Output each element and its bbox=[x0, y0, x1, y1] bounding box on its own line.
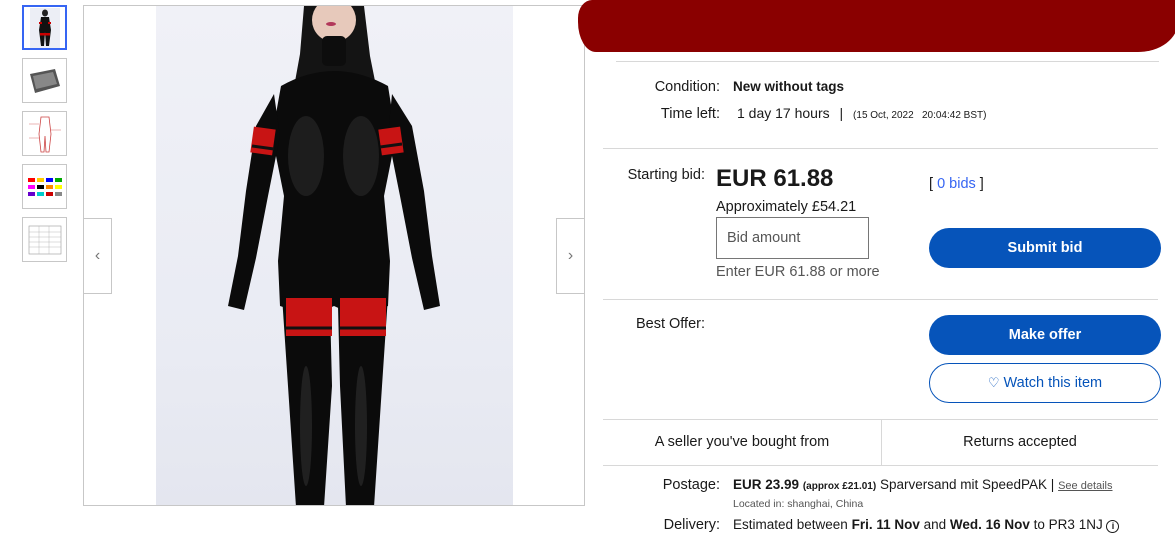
watch-item-button[interactable]: ♡ Watch this item bbox=[929, 363, 1161, 403]
divider bbox=[616, 61, 1159, 62]
time-separator: | bbox=[839, 105, 844, 121]
see-details-link[interactable]: See details bbox=[1058, 480, 1112, 492]
color-chart-thumbnail bbox=[27, 177, 62, 196]
bid-count: [ 0 bids ] bbox=[929, 176, 984, 192]
thumbnail-5[interactable] bbox=[22, 217, 67, 262]
delivery-postcode: to PR3 1NJ bbox=[1029, 517, 1103, 532]
condition-value: New without tags bbox=[733, 79, 844, 94]
divider bbox=[603, 465, 1158, 466]
delivery-label: Delivery: bbox=[663, 517, 720, 533]
delivery-and: and bbox=[919, 517, 950, 532]
postage-price: EUR 23.99 bbox=[733, 477, 800, 492]
thumbnail-4[interactable] bbox=[22, 164, 67, 209]
thumbnail-3[interactable] bbox=[22, 111, 67, 156]
bid-hint: Enter EUR 61.88 or more bbox=[716, 264, 880, 280]
next-image-button[interactable]: › bbox=[556, 218, 584, 294]
postage-approx: (approx £21.01) bbox=[802, 481, 877, 492]
seller-highlight: A seller you've bought from bbox=[654, 434, 830, 450]
delivery-row: Estimated between Fri. 11 Nov and Wed. 1… bbox=[733, 517, 1120, 533]
postage-service: Sparversand mit SpeedPAK | bbox=[879, 477, 1055, 492]
time-left-value: 1 day 17 hours bbox=[737, 105, 830, 121]
thumbnail-2[interactable] bbox=[22, 58, 67, 103]
main-image-viewer[interactable]: ‹ › bbox=[83, 5, 585, 506]
chevron-right-icon: › bbox=[567, 247, 574, 264]
size-table-thumbnail bbox=[28, 225, 61, 254]
best-offer-label: Best Offer: bbox=[635, 316, 705, 332]
divider bbox=[603, 148, 1158, 149]
bid-count-close: ] bbox=[979, 176, 984, 192]
measurement-chart-thumbnail bbox=[28, 116, 61, 152]
model-figure-image bbox=[228, 6, 440, 505]
thumbnail-1[interactable] bbox=[22, 5, 67, 50]
prev-image-button[interactable]: ‹ bbox=[84, 218, 112, 294]
returns-highlight: Returns accepted bbox=[963, 434, 1077, 450]
condition-label: Condition: bbox=[654, 79, 720, 95]
bid-amount-input[interactable] bbox=[716, 217, 869, 259]
fabric-thumbnail-image bbox=[29, 68, 60, 93]
time-left-row: 1 day 17 hours | (15 Oct, 2022 20:04:42 … bbox=[737, 105, 986, 121]
starting-bid-price: EUR 61.88 bbox=[716, 165, 834, 192]
item-location: Located in: shanghai, China bbox=[733, 498, 864, 510]
end-time: (15 Oct, 2022 20:04:42 BST) bbox=[853, 110, 987, 121]
approx-price: Approximately £54.21 bbox=[716, 199, 857, 215]
redacted-title bbox=[578, 0, 1175, 52]
bid-count-open: [ bbox=[929, 176, 934, 192]
delivery-date-start: Fri. 11 Nov bbox=[851, 517, 920, 532]
heart-icon: ♡ bbox=[987, 375, 1000, 390]
chevron-left-icon: ‹ bbox=[94, 247, 101, 264]
figure-thumbnail-image bbox=[29, 7, 60, 48]
starting-bid-label: Starting bid: bbox=[627, 167, 705, 183]
watch-item-label: Watch this item bbox=[1003, 375, 1103, 391]
info-icon[interactable]: i bbox=[1106, 520, 1120, 533]
bid-count-link[interactable]: 0 bids bbox=[937, 176, 976, 192]
postage-label: Postage: bbox=[662, 477, 720, 493]
make-offer-button[interactable]: Make offer bbox=[929, 315, 1161, 355]
product-photo bbox=[156, 6, 513, 505]
delivery-date-end: Wed. 16 Nov bbox=[949, 517, 1030, 532]
divider bbox=[603, 299, 1158, 300]
submit-bid-button[interactable]: Submit bid bbox=[929, 228, 1161, 268]
delivery-text-start: Estimated between bbox=[733, 517, 852, 532]
time-left-label: Time left: bbox=[660, 106, 720, 122]
postage-row: EUR 23.99 (approx £21.01) Sparversand mi… bbox=[733, 477, 1113, 492]
